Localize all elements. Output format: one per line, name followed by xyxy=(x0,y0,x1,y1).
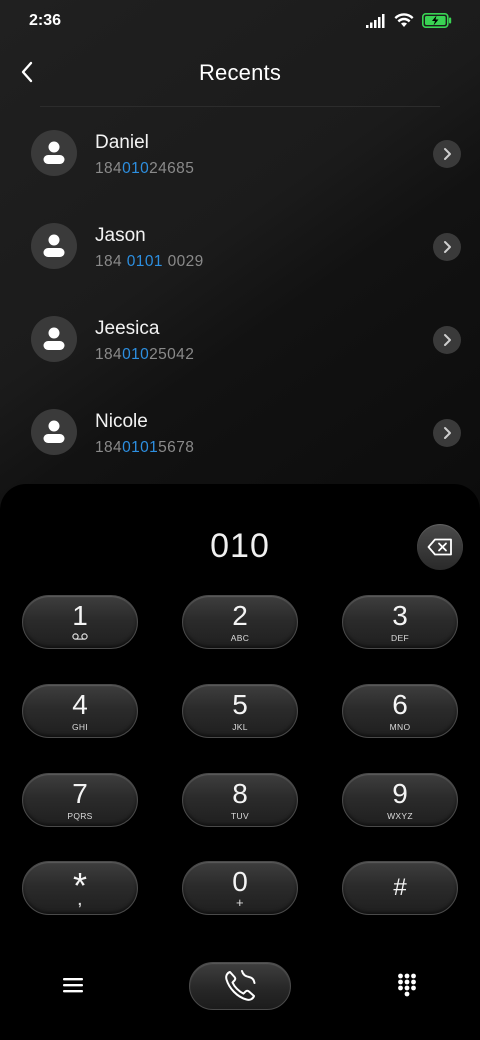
contact-name: Daniel xyxy=(95,132,149,153)
voicemail-icon xyxy=(23,632,137,642)
contact-detail-button[interactable] xyxy=(433,419,461,447)
key-6[interactable]: 6 MNO xyxy=(342,684,458,738)
number-match: 0101 xyxy=(122,439,159,456)
person-icon xyxy=(43,420,65,443)
contact-number: 18401024685 xyxy=(95,160,195,177)
dialed-number: 010 xyxy=(210,527,270,565)
key-2[interactable]: 2 ABC xyxy=(182,595,298,649)
person-icon xyxy=(43,141,65,164)
avatar xyxy=(31,409,77,455)
status-bar: 2:36 xyxy=(0,0,480,44)
dialpad-icon xyxy=(398,973,416,997)
avatar xyxy=(31,316,77,362)
contact-number: 18401015678 xyxy=(95,439,195,456)
key-7[interactable]: 7 PQRS xyxy=(22,773,138,827)
key-9[interactable]: 9 WXYZ xyxy=(342,773,458,827)
key-5[interactable]: 5 JKL xyxy=(182,684,298,738)
call-button[interactable] xyxy=(189,962,291,1010)
person-icon xyxy=(43,327,65,350)
contact-name: Nicole xyxy=(95,411,148,432)
number-match: 010 xyxy=(122,346,150,363)
keypad-toggle-button[interactable] xyxy=(392,970,422,1000)
phone-icon xyxy=(225,970,256,1001)
chevron-right-icon xyxy=(444,334,451,346)
list-item[interactable]: Nicole 18401015678 xyxy=(0,386,480,479)
key-3[interactable]: 3 DEF xyxy=(342,595,458,649)
menu-button[interactable] xyxy=(58,970,88,1000)
key-4[interactable]: 4 GHI xyxy=(22,684,138,738)
wifi-icon xyxy=(394,13,414,33)
header: Recents xyxy=(0,44,480,104)
avatar xyxy=(31,130,77,176)
dialer-panel: 010 1 2 ABC 3 DEF 4 GHI 5 JKL 6 MNO 7 PQ… xyxy=(0,484,480,1040)
number-match: 0101 xyxy=(126,253,163,270)
list-item[interactable]: Jeesica 18401025042 xyxy=(0,293,480,386)
person-icon xyxy=(43,234,65,257)
chevron-right-icon xyxy=(444,427,451,439)
contact-number: 184 0101 0029 xyxy=(95,253,204,270)
key-0[interactable]: 0 + xyxy=(182,861,298,915)
contact-name: Jason xyxy=(95,225,146,246)
list-item[interactable]: Jason 184 0101 0029 xyxy=(0,200,480,293)
key-hash[interactable]: # xyxy=(342,861,458,915)
key-1[interactable]: 1 xyxy=(22,595,138,649)
page-title: Recents xyxy=(198,60,282,85)
chevron-right-icon xyxy=(444,148,451,160)
status-time: 2:36 xyxy=(29,12,62,29)
chevron-right-icon xyxy=(444,241,451,253)
key-star[interactable]: * , xyxy=(22,861,138,915)
contact-detail-button[interactable] xyxy=(433,140,461,168)
key-8[interactable]: 8 TUV xyxy=(182,773,298,827)
contact-name: Jeesica xyxy=(95,318,160,339)
contact-detail-button[interactable] xyxy=(433,326,461,354)
signal-icon xyxy=(366,13,386,33)
backspace-button[interactable] xyxy=(417,524,463,570)
backspace-icon xyxy=(427,538,452,556)
recents-list: Daniel 18401024685 Jason 184 0101 0029 J… xyxy=(0,107,480,479)
battery-icon xyxy=(422,13,452,33)
status-icons xyxy=(366,13,452,33)
number-match: 010 xyxy=(122,160,150,177)
contact-detail-button[interactable] xyxy=(433,233,461,261)
contact-number: 18401025042 xyxy=(95,346,195,363)
list-item[interactable]: Daniel 18401024685 xyxy=(0,107,480,200)
hamburger-menu-icon xyxy=(63,978,83,993)
avatar xyxy=(31,223,77,269)
